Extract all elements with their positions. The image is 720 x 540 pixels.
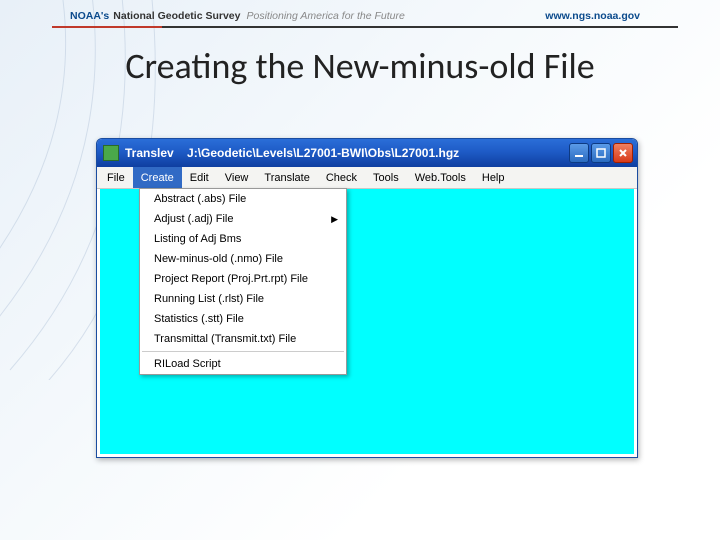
dd-riload[interactable]: RILoad Script (140, 354, 346, 374)
dd-running-list[interactable]: Running List (.rlst) File (140, 289, 346, 309)
window-controls (569, 143, 633, 163)
menu-help[interactable]: Help (474, 167, 513, 188)
dd-adjust[interactable]: Adjust (.adj) File▶ (140, 209, 346, 229)
menu-check[interactable]: Check (318, 167, 365, 188)
dd-nmo[interactable]: New-minus-old (.nmo) File (140, 249, 346, 269)
dd-abstract[interactable]: Abstract (.abs) File (140, 189, 346, 209)
menubar: File Create Edit View Translate Check To… (97, 167, 637, 189)
menu-edit[interactable]: Edit (182, 167, 217, 188)
tagline: Positioning America for the Future (246, 10, 404, 22)
dd-statistics[interactable]: Statistics (.stt) File (140, 309, 346, 329)
menu-view[interactable]: View (217, 167, 257, 188)
noaa-label: NOAA's (70, 10, 109, 22)
header-accent (52, 26, 162, 28)
create-dropdown: Abstract (.abs) File Adjust (.adj) File▶… (139, 188, 347, 375)
dd-transmittal[interactable]: Transmittal (Transmit.txt) File (140, 329, 346, 349)
dd-project-report[interactable]: Project Report (Proj.Prt.rpt) File (140, 269, 346, 289)
menu-create[interactable]: Create (133, 167, 182, 188)
window-title: Translev J:\Geodetic\Levels\L27001-BWI\O… (125, 146, 569, 160)
dropdown-separator (142, 351, 344, 352)
window-titlebar[interactable]: Translev J:\Geodetic\Levels\L27001-BWI\O… (97, 139, 637, 167)
submenu-arrow-icon: ▶ (331, 214, 338, 225)
close-button[interactable] (613, 143, 633, 163)
app-icon (103, 145, 119, 161)
menu-translate[interactable]: Translate (256, 167, 317, 188)
page-title: Creating the New-minus-old File (0, 44, 720, 88)
maximize-button[interactable] (591, 143, 611, 163)
app-window: Translev J:\Geodetic\Levels\L27001-BWI\O… (96, 138, 638, 458)
site-url: www.ngs.noaa.gov (545, 10, 640, 22)
slide-header: NOAA's National Geodetic Survey Position… (0, 6, 720, 26)
menu-webtools[interactable]: Web.Tools (407, 167, 474, 188)
menu-file[interactable]: File (99, 167, 133, 188)
dd-listing[interactable]: Listing of Adj Bms (140, 229, 346, 249)
ngs-label: National Geodetic Survey (113, 10, 240, 22)
minimize-button[interactable] (569, 143, 589, 163)
menu-tools[interactable]: Tools (365, 167, 407, 188)
